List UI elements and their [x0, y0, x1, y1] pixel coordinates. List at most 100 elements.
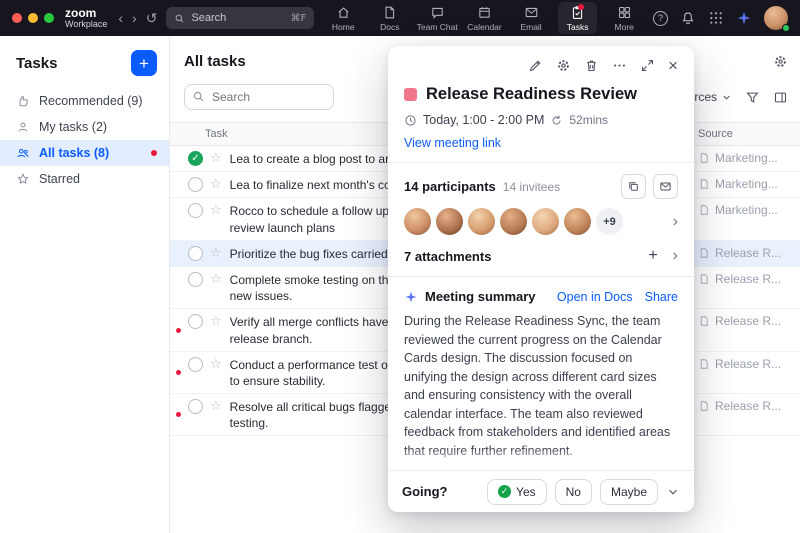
event-time: Today, 1:00 - 2:00 PM 52mins [404, 113, 678, 127]
sidebar-item-all-tasks[interactable]: All tasks (8) [0, 140, 169, 166]
copy-icon [627, 180, 640, 193]
zoom-workplace-app: zoom Workplace ‹ › ↺ Search ⌘F Home Docs… [0, 0, 800, 533]
avatar[interactable] [500, 208, 527, 235]
settings-gear-icon[interactable] [773, 54, 788, 69]
rsvp-footer: Going? ✓ Yes No Maybe [388, 470, 694, 512]
open-in-docs-link[interactable]: Open in Docs [557, 290, 633, 304]
help-icon[interactable]: ? [653, 11, 668, 26]
window-minimize-button[interactable] [28, 13, 38, 23]
history-icon[interactable]: ↺ [146, 11, 158, 25]
sidebar-item-starred[interactable]: Starred [0, 166, 169, 192]
task-source: Release R... [698, 245, 790, 260]
task-search[interactable] [184, 84, 334, 110]
star-icon[interactable]: ☆ [210, 176, 222, 193]
rsvp-yes-button[interactable]: ✓ Yes [487, 479, 547, 505]
user-avatar[interactable] [764, 6, 788, 30]
clock-icon [404, 114, 417, 127]
rsvp-no-button[interactable]: No [555, 479, 592, 505]
task-source: Release R... [698, 356, 790, 371]
doc-icon [698, 315, 710, 327]
avatar[interactable] [564, 208, 591, 235]
nav-team-chat[interactable]: Team Chat [417, 2, 458, 34]
task-checkbox[interactable] [188, 246, 203, 261]
rsvp-question: Going? [402, 484, 448, 499]
avatar[interactable] [532, 208, 559, 235]
rsvp-more-chevron-icon[interactable] [666, 485, 680, 499]
task-checkbox[interactable] [188, 399, 203, 414]
window-close-button[interactable] [12, 13, 22, 23]
recurring-icon [550, 114, 563, 127]
titlebar-right-actions: ? [653, 6, 788, 30]
task-checkbox[interactable] [188, 177, 203, 192]
star-icon[interactable]: ☆ [210, 356, 222, 373]
nav-docs[interactable]: Docs [370, 2, 410, 34]
star-icon [16, 172, 30, 186]
nav-more[interactable]: More [604, 2, 644, 34]
nav-forward-button[interactable]: › [132, 11, 137, 25]
add-attachment-button[interactable]: + [648, 248, 657, 264]
close-icon[interactable]: × [668, 59, 678, 73]
mail-icon [659, 180, 672, 193]
nav-back-button[interactable]: ‹ [118, 11, 123, 25]
email-icon [524, 5, 539, 20]
people-icon [16, 146, 30, 160]
column-source[interactable]: Source [698, 128, 790, 140]
priority-dot [176, 328, 181, 333]
home-icon [336, 5, 351, 20]
ai-companion-icon[interactable] [736, 10, 752, 26]
view-more-link[interactable]: View more › [404, 465, 470, 470]
doc-icon [698, 204, 710, 216]
share-link[interactable]: Share [645, 290, 678, 304]
star-icon[interactable]: ☆ [210, 202, 222, 219]
summary-body: During the Release Readiness Sync, the t… [404, 312, 678, 460]
task-search-input[interactable] [184, 84, 334, 110]
star-icon[interactable]: ☆ [210, 150, 222, 167]
task-checkbox[interactable] [188, 357, 203, 372]
doc-icon [698, 273, 710, 285]
sidebar-item-my-tasks[interactable]: My tasks (2) [0, 114, 169, 140]
nav-tasks[interactable]: Tasks [558, 2, 598, 34]
avatar[interactable] [436, 208, 463, 235]
copy-invitation-button[interactable] [621, 174, 646, 199]
view-meeting-link[interactable]: View meeting link [404, 136, 678, 150]
nav-email[interactable]: Email [511, 2, 551, 34]
star-icon[interactable]: ☆ [210, 271, 222, 288]
email-invite-button[interactable] [653, 174, 678, 199]
star-icon[interactable]: ☆ [210, 313, 222, 330]
avatar-overflow-count[interactable]: +9 [596, 208, 623, 235]
trash-icon[interactable] [584, 58, 599, 73]
task-checkbox[interactable] [188, 314, 203, 329]
sidebar-item-recommended[interactable]: Recommended (9) [0, 88, 169, 114]
participants-chevron-icon[interactable]: › [673, 214, 678, 230]
column-task[interactable]: Task [205, 128, 228, 140]
apps-grid-icon[interactable] [708, 10, 724, 26]
doc-icon [698, 358, 710, 370]
avatar[interactable] [404, 208, 431, 235]
task-checkbox[interactable] [188, 203, 203, 218]
titlebar: zoom Workplace ‹ › ↺ Search ⌘F Home Docs… [0, 0, 800, 36]
nav-calendar[interactable]: Calendar [465, 2, 505, 34]
event-title: Release Readiness Review [426, 85, 637, 104]
side-panel-icon[interactable] [773, 90, 788, 105]
filter-funnel-icon[interactable] [745, 90, 760, 105]
star-icon[interactable]: ☆ [210, 398, 222, 415]
nav-home[interactable]: Home [323, 2, 363, 34]
task-complete-checkbox[interactable]: ✓ [188, 151, 203, 166]
notifications-bell-icon[interactable] [680, 10, 696, 26]
global-search-placeholder: Search [191, 12, 226, 24]
add-task-button[interactable]: + [131, 50, 157, 76]
expand-icon[interactable] [640, 58, 655, 73]
rsvp-maybe-button[interactable]: Maybe [600, 479, 658, 505]
avatar[interactable] [468, 208, 495, 235]
window-fullscreen-button[interactable] [44, 13, 54, 23]
global-search[interactable]: Search ⌘F [166, 7, 314, 29]
edit-pencil-icon[interactable] [528, 58, 543, 73]
chevron-down-icon [721, 92, 732, 103]
invitees-count: 14 invitees [503, 180, 560, 194]
more-grid-icon [617, 5, 632, 20]
gear-icon[interactable] [556, 58, 571, 73]
task-checkbox[interactable] [188, 272, 203, 287]
star-icon[interactable]: ☆ [210, 245, 222, 262]
more-options-icon[interactable] [612, 58, 627, 73]
attachments-chevron-icon[interactable]: › [673, 248, 678, 264]
